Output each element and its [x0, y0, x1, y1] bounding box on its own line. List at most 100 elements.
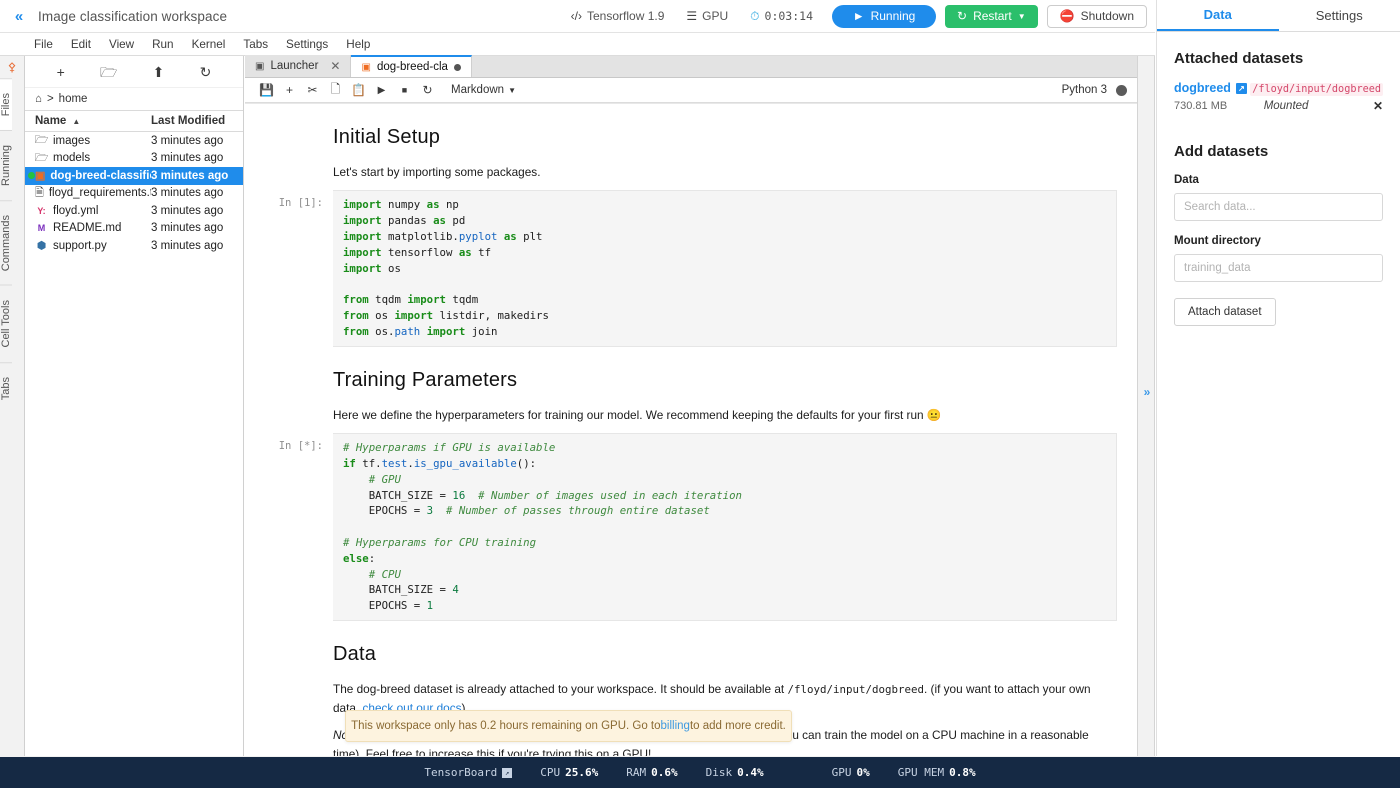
mount-directory-input[interactable]	[1174, 254, 1383, 282]
inline-code-path: /floyd/input/dogbreed	[787, 683, 924, 696]
search-data-input[interactable]	[1174, 193, 1383, 221]
code-cell-hyperparams[interactable]: In [*]: # Hyperparams if GPU is availabl…	[245, 433, 1137, 621]
restart-button[interactable]: ↻ Restart ▼	[945, 5, 1038, 28]
python-icon: ⬢	[35, 239, 48, 252]
code-editor[interactable]: # Hyperparams if GPU is available if tf.…	[333, 433, 1117, 621]
file-row-floyd-requirements[interactable]: 🗎 floyd_requirements.txt 3 minutes ago	[25, 185, 243, 203]
sidebar-tab-files[interactable]: Files	[0, 78, 12, 130]
shutdown-button[interactable]: ⛔ Shutdown	[1047, 5, 1147, 28]
file-browser: + 🗁 ⬆ ↻ ⌂ > home Name ▲ Last Modified 🗁 …	[25, 56, 244, 756]
data-field-label: Data	[1174, 174, 1383, 186]
file-modified: 3 minutes ago	[151, 205, 243, 217]
copy-icon[interactable]: 🗋	[324, 79, 347, 102]
file-row-support-py[interactable]: ⬢ support.py 3 minutes ago	[25, 237, 243, 255]
close-icon[interactable]: ✕	[1373, 99, 1383, 113]
machine-indicator: ☰ GPU	[675, 9, 739, 23]
file-name-cell: 🗁 models	[25, 149, 151, 168]
upload-icon[interactable]: ⬆	[153, 65, 165, 79]
status-cpu: CPU 25.6%	[526, 766, 612, 779]
notebook-icon: ▣	[361, 62, 370, 73]
restart-kernel-icon[interactable]: ↻	[416, 79, 439, 102]
sidebar-tab-cell-tools[interactable]: Cell Tools	[0, 285, 12, 362]
tab-settings[interactable]: Settings	[1279, 0, 1400, 31]
top-bar-right: ‹/› Tensorflow 1.9 ☰ GPU ⏱ 0:03:14 ► Run…	[560, 5, 1155, 28]
panel-splitter[interactable]: »	[1137, 56, 1155, 756]
running-label: Running	[871, 9, 916, 23]
sidebar-tab-label: Tabs	[0, 377, 12, 400]
right-panel: Data Settings Attached datasets dogbreed…	[1156, 0, 1400, 756]
paste-icon[interactable]: 📋	[347, 79, 370, 102]
file-name: support.py	[53, 240, 107, 252]
menu-help[interactable]: Help	[337, 36, 379, 53]
file-name: images	[53, 135, 90, 147]
attached-datasets-heading: Attached datasets	[1174, 50, 1383, 67]
home-icon[interactable]: ⌂	[35, 93, 42, 105]
menu-file[interactable]: File	[25, 36, 62, 53]
insert-cell-icon[interactable]: +	[278, 79, 301, 102]
file-row-images[interactable]: 🗁 images 3 minutes ago	[25, 132, 243, 150]
file-row-readme[interactable]: M README.md 3 minutes ago	[25, 220, 243, 238]
sidebar-tab-running[interactable]: Running	[0, 130, 12, 200]
code-cell-imports[interactable]: In [1]: import numpy as np import pandas…	[245, 190, 1137, 346]
sidebar-tab-commands[interactable]: Commands	[0, 200, 12, 285]
attach-dataset-button[interactable]: Attach dataset	[1174, 298, 1276, 326]
tab-label: dog-breed-cla	[377, 61, 448, 73]
tab-launcher[interactable]: ▣ Launcher ✕	[245, 55, 351, 77]
refresh-icon[interactable]: ↻	[200, 65, 212, 79]
chevrons-right-icon[interactable]: »	[1138, 385, 1156, 399]
file-row-dog-breed-notebook[interactable]: ▣ dog-breed-classificat... 3 minutes ago	[25, 167, 243, 185]
left-sidebar-tabs: ⚴ Files Running Commands Cell Tools Tabs	[0, 56, 25, 756]
metric-value: 0.4%	[737, 766, 764, 779]
column-header-modified[interactable]: Last Modified	[151, 115, 243, 127]
column-header-name[interactable]: Name ▲	[25, 115, 151, 127]
cell-type-select[interactable]: Markdown ▼	[451, 84, 516, 96]
attached-dataset-row: dogbreed ↗ /floyd/input/dogbreed 730.81 …	[1174, 81, 1383, 113]
metric-value: 0.6%	[651, 766, 678, 779]
menu-view[interactable]: View	[100, 36, 143, 53]
notebook-content: Initial Setup Let's start by importing s…	[245, 126, 1137, 756]
menu-settings[interactable]: Settings	[277, 36, 337, 53]
kernel-indicator[interactable]: Python 3	[1062, 84, 1127, 96]
plus-icon[interactable]: +	[57, 65, 65, 79]
run-icon[interactable]: ▶	[370, 79, 393, 102]
menu-tabs[interactable]: Tabs	[234, 36, 277, 53]
dataset-name[interactable]: dogbreed ↗	[1174, 81, 1247, 95]
close-icon[interactable]: ✕	[330, 59, 340, 73]
file-name-cell: ▣ dog-breed-classificat...	[25, 169, 151, 182]
tab-dog-breed-notebook[interactable]: ▣ dog-breed-cla	[351, 55, 471, 77]
code-editor[interactable]: import numpy as np import pandas as pd i…	[333, 190, 1117, 346]
markdown-cell-initial-setup[interactable]: Initial Setup Let's start by importing s…	[245, 126, 1137, 181]
billing-link[interactable]: billing	[661, 720, 690, 732]
file-row-floyd-yml[interactable]: Y: floyd.yml 3 minutes ago	[25, 202, 243, 220]
markdown-cell-training-parameters[interactable]: Training Parameters Here we define the h…	[245, 369, 1137, 424]
dataset-name-label: dogbreed	[1174, 81, 1231, 95]
notebook-scroll-area[interactable]: Initial Setup Let's start by importing s…	[245, 104, 1137, 756]
menu-edit[interactable]: Edit	[62, 36, 100, 53]
notebook-tab-bar: ▣ Launcher ✕ ▣ dog-breed-cla	[245, 56, 1137, 78]
tab-data[interactable]: Data	[1157, 0, 1279, 31]
file-name: README.md	[53, 222, 121, 234]
kernel-name: Python 3	[1062, 84, 1107, 96]
menu-bar: File Edit View Run Kernel Tabs Settings …	[0, 33, 1155, 56]
menu-run[interactable]: Run	[143, 36, 182, 53]
stop-icon[interactable]: ■	[393, 79, 416, 102]
field-gap	[1174, 221, 1383, 235]
sidebar-tab-tabs[interactable]: Tabs	[0, 362, 12, 414]
menu-kernel[interactable]: Kernel	[183, 36, 235, 53]
gpu-credit-toast[interactable]: This workspace only has 0.2 hours remain…	[345, 710, 792, 742]
tensorboard-link[interactable]: TensorBoard ↗	[410, 766, 526, 779]
file-name-cell: Y: floyd.yml	[25, 205, 151, 217]
sidebar-tab-label: Cell Tools	[0, 300, 12, 348]
workspace-title: Image classification workspace	[38, 9, 227, 24]
save-icon[interactable]: 💾	[255, 79, 278, 102]
file-row-models[interactable]: 🗁 models 3 minutes ago	[25, 150, 243, 168]
cut-icon[interactable]: ✂	[301, 79, 324, 102]
file-browser-toolbar: + 🗁 ⬆ ↻	[25, 56, 243, 88]
file-name: dog-breed-classificat...	[50, 170, 151, 182]
breadcrumb-path[interactable]: home	[59, 93, 88, 105]
running-button[interactable]: ► Running	[832, 5, 936, 28]
chevrons-left-icon[interactable]: «	[0, 0, 38, 33]
external-link-icon[interactable]: ↗	[1236, 83, 1247, 94]
new-folder-icon[interactable]: 🗁	[100, 65, 117, 79]
session-timer: ⏱ 0:03:14	[739, 9, 824, 24]
